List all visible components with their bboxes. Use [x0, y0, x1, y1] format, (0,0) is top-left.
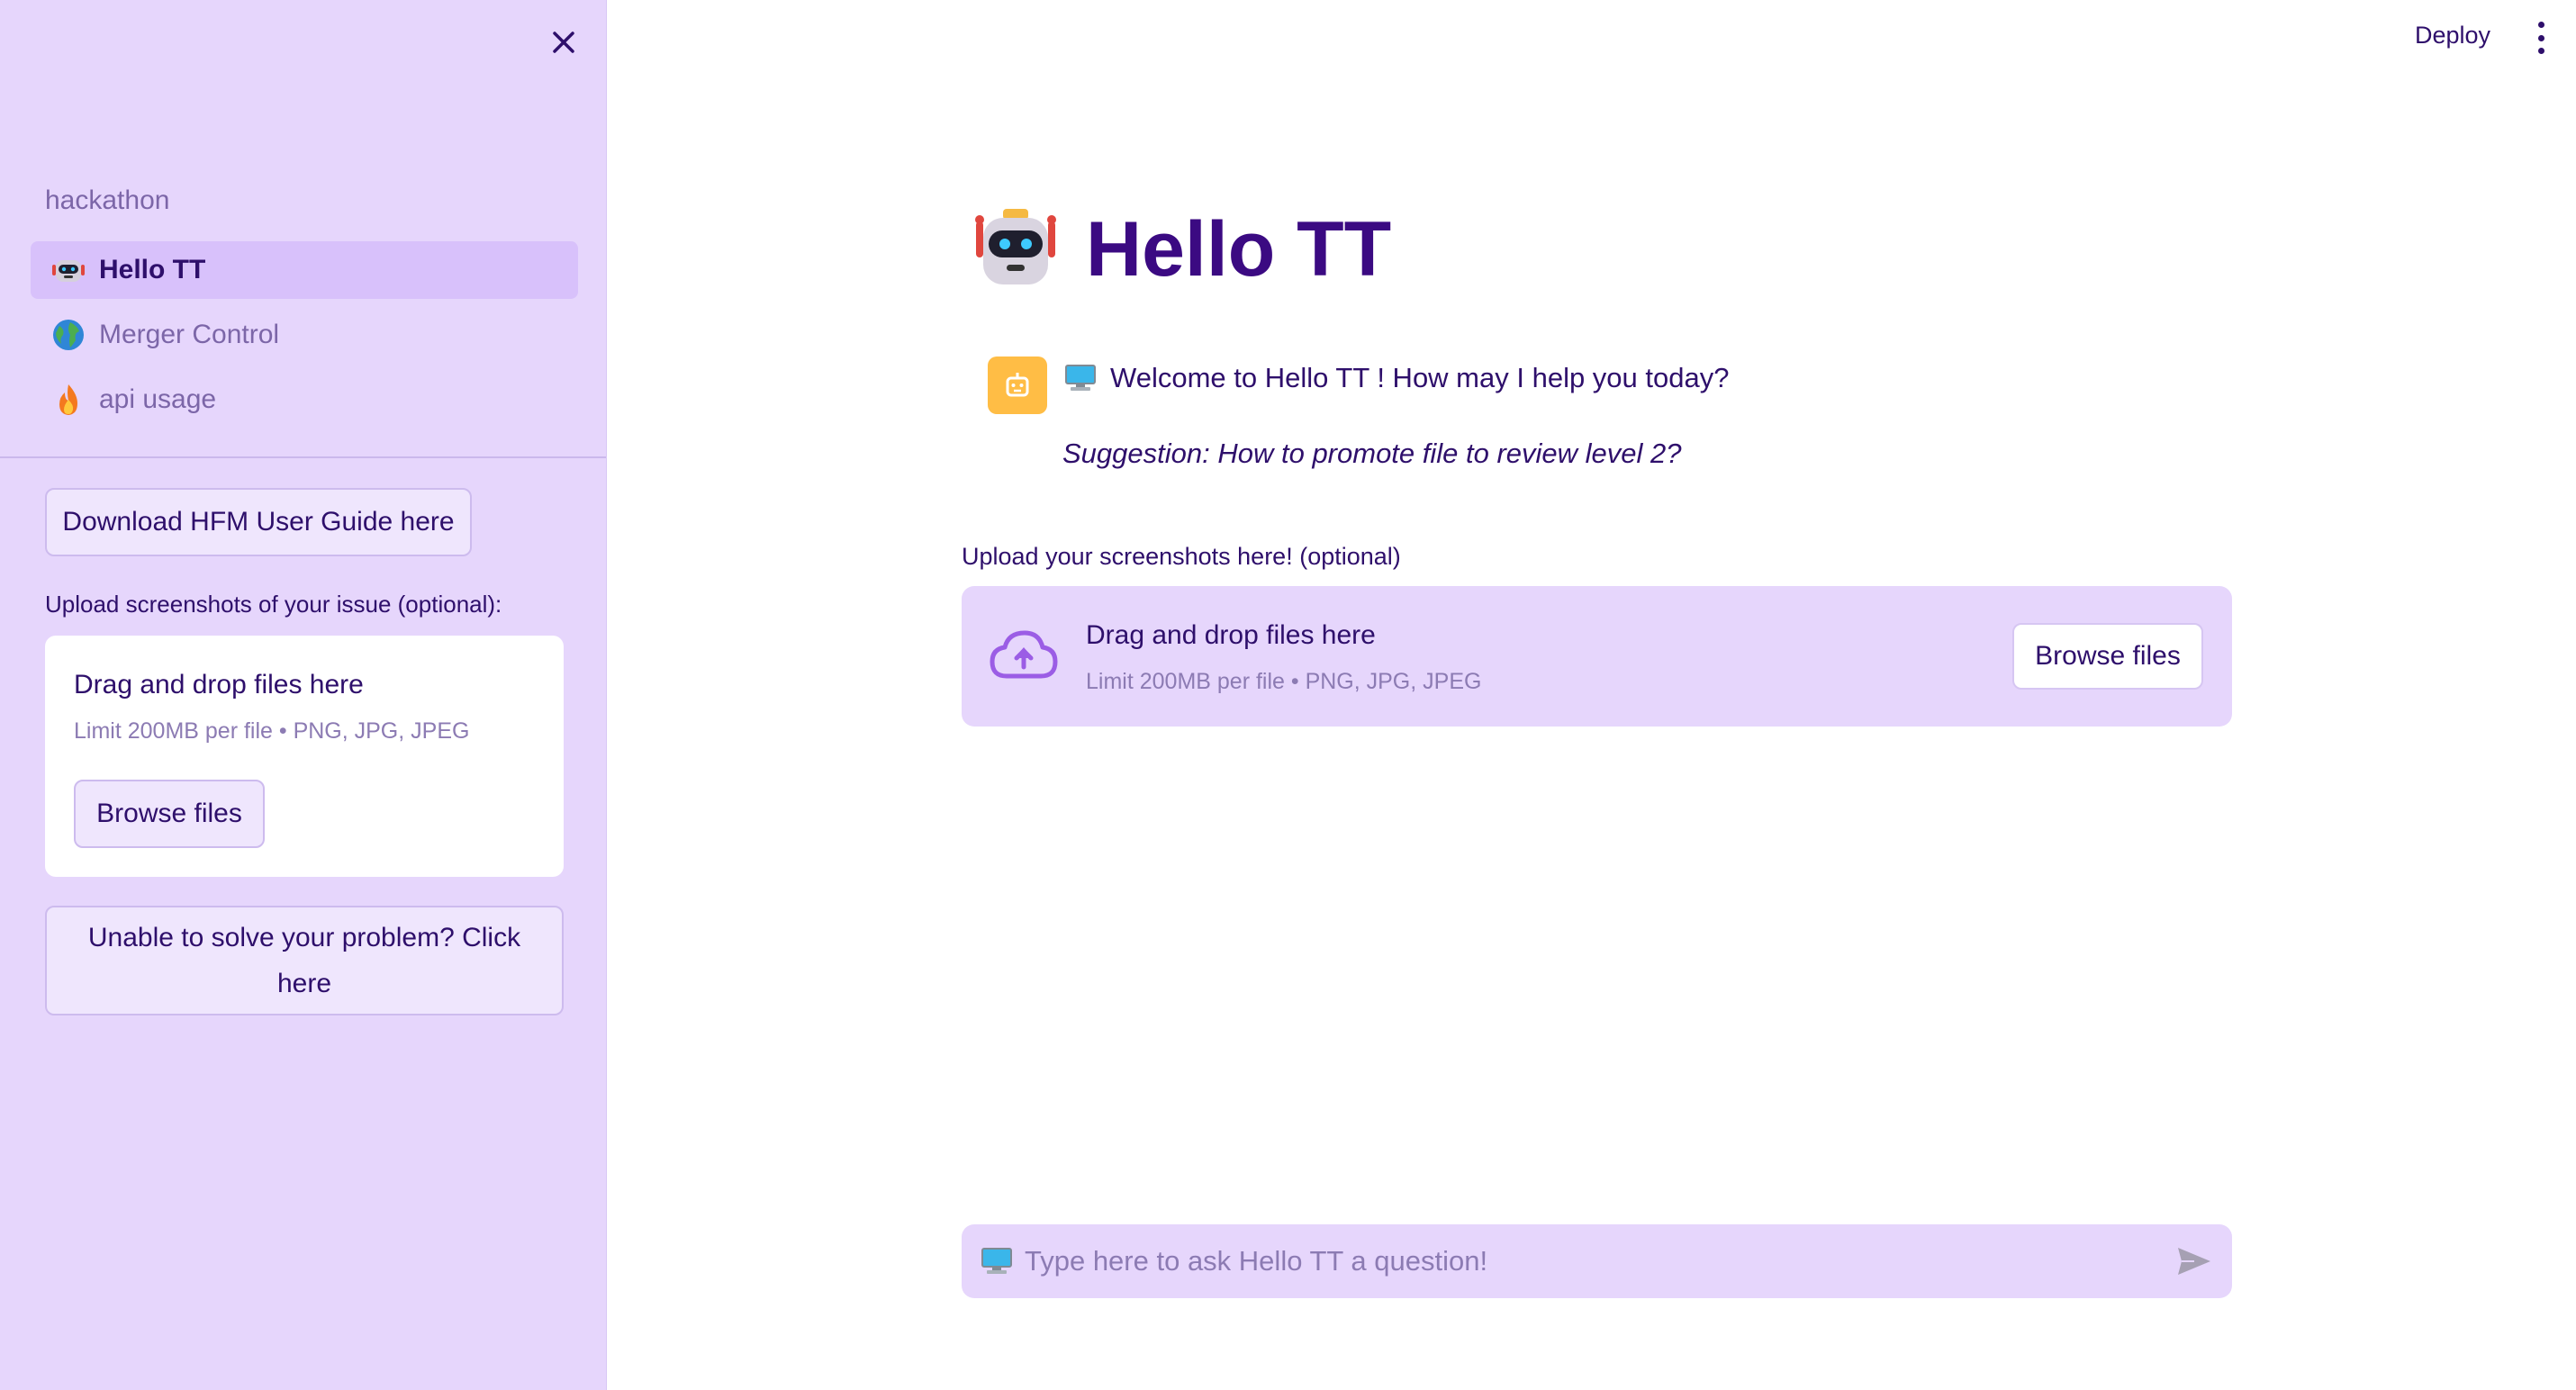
sidebar-divider: [0, 456, 606, 458]
main-file-dropzone[interactable]: Drag and drop files here Limit 200MB per…: [962, 586, 2232, 727]
main-browse-files-button[interactable]: Browse files: [2012, 623, 2203, 690]
assistant-message-text: Welcome to Hello TT ! How may I help you…: [1110, 362, 1730, 393]
computer-icon: [981, 1248, 1012, 1275]
close-sidebar-button[interactable]: [545, 23, 583, 61]
sidebar-upload-label: Upload screenshots of your issue (option…: [45, 591, 502, 618]
sidebar-item-label: api usage: [99, 384, 217, 414]
robot-icon: [50, 252, 86, 288]
bot-avatar-icon: [988, 357, 1047, 414]
dropzone-limit: Limit 200MB per file • PNG, JPG, JPEG: [1086, 669, 1482, 694]
chat-input-container: [962, 1224, 2232, 1298]
main-upload-label: Upload your screenshots here! (optional): [962, 543, 1401, 570]
fire-icon: [50, 382, 86, 418]
sidebar: hackathon Hello TT Merger Control api us…: [0, 0, 607, 1390]
help-button[interactable]: Unable to solve your problem? Click here: [45, 906, 564, 1015]
nav-heading: hackathon: [45, 185, 170, 215]
dropzone-limit: Limit 200MB per file • PNG, JPG, JPEG: [74, 718, 470, 744]
assistant-message: Welcome to Hello TT ! How may I help you…: [1065, 362, 1729, 394]
sidebar-item-hello-tt[interactable]: Hello TT: [31, 241, 578, 299]
sidebar-file-dropzone[interactable]: Drag and drop files here Limit 200MB per…: [45, 636, 564, 877]
kebab-menu-icon[interactable]: [2532, 22, 2550, 54]
close-icon: [553, 32, 574, 53]
globe-icon: [50, 317, 86, 353]
deploy-button[interactable]: Deploy: [2415, 22, 2490, 50]
computer-icon: [1065, 365, 1096, 392]
download-user-guide-button[interactable]: Download HFM User Guide here: [45, 488, 472, 556]
robot-icon: [972, 203, 1059, 294]
sidebar-browse-files-button[interactable]: Browse files: [74, 780, 265, 848]
page-title: Hello TT: [1086, 205, 1392, 293]
sidebar-item-label: Hello TT: [99, 255, 206, 284]
page-header: Hello TT: [972, 203, 1391, 294]
cloud-upload-icon: [989, 627, 1059, 686]
sidebar-item-merger-control[interactable]: Merger Control: [31, 306, 578, 364]
dropzone-title: Drag and drop files here: [74, 670, 364, 700]
dropzone-title: Drag and drop files here: [1086, 620, 1376, 650]
suggestion-text: Suggestion: How to promote file to revie…: [1062, 438, 1682, 469]
chat-input[interactable]: [1023, 1233, 2176, 1289]
send-icon[interactable]: [2176, 1246, 2212, 1277]
sidebar-item-label: Merger Control: [99, 320, 280, 349]
sidebar-item-api-usage[interactable]: api usage: [31, 371, 578, 429]
